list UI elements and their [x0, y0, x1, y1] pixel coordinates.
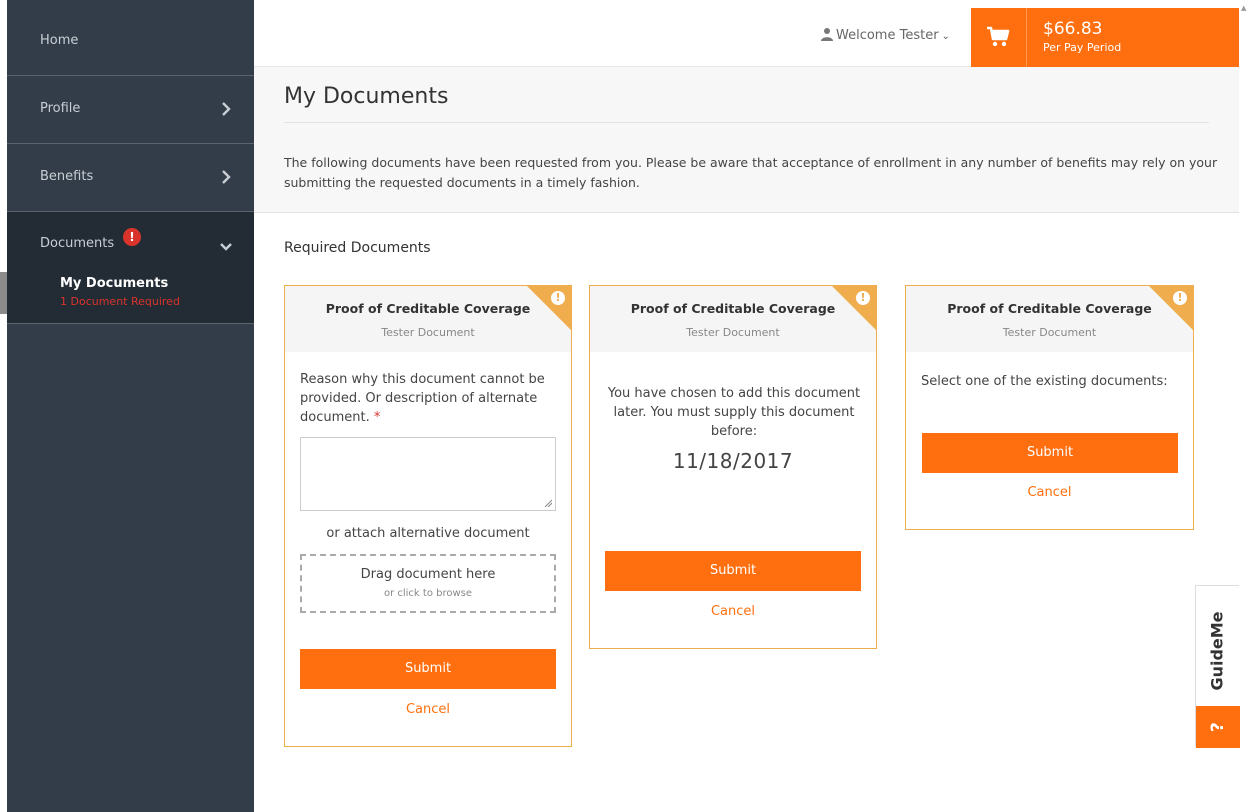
- sidebar-item-profile[interactable]: Profile: [7, 76, 254, 144]
- submit-button[interactable]: Submit: [922, 433, 1178, 473]
- resize-grip-icon[interactable]: [544, 499, 552, 507]
- submit-button[interactable]: Submit: [300, 649, 556, 689]
- reason-label-text: Reason why this document cannot be provi…: [300, 372, 545, 425]
- sidebar-item-label: Documents: [40, 236, 115, 251]
- cancel-link[interactable]: Cancel: [590, 604, 876, 619]
- reason-label: Reason why this document cannot be provi…: [300, 370, 550, 427]
- active-indicator: [0, 272, 7, 314]
- reason-textarea[interactable]: [300, 437, 556, 511]
- chevron-down-icon: [219, 239, 233, 253]
- welcome-text: Welcome Tester: [836, 28, 939, 43]
- intro-text: The following documents have been reques…: [284, 155, 1218, 190]
- divider: [284, 122, 1209, 123]
- exclamation-icon: !: [856, 291, 870, 305]
- price-summary[interactable]: $66.83 Per Pay Period: [1026, 8, 1250, 67]
- intro-panel: My Documents The following documents hav…: [254, 67, 1239, 213]
- chevron-right-icon: [219, 168, 233, 186]
- scroll-up-icon[interactable]: ▲: [1241, 4, 1246, 12]
- price-period: Per Pay Period: [1043, 41, 1122, 54]
- guideme-label-text: GuideMe: [1208, 611, 1227, 690]
- guideme-label: GuideMe: [1208, 611, 1227, 690]
- help-icon-glyph: ?: [1208, 722, 1228, 732]
- exclamation-icon: !: [551, 291, 565, 305]
- page-title: My Documents: [284, 84, 449, 109]
- sidebar-item-benefits[interactable]: Benefits: [7, 144, 254, 212]
- section-heading: Required Documents: [284, 240, 431, 256]
- sidebar-item-home[interactable]: Home: [7, 8, 254, 76]
- select-existing-message: Select one of the existing documents:: [921, 374, 1168, 389]
- required-marker: *: [373, 410, 381, 425]
- due-date: 11/18/2017: [672, 449, 794, 473]
- sidebar-edge: [0, 0, 7, 812]
- or-attach-text: or attach alternative document: [326, 526, 530, 541]
- shopping-cart-icon: [987, 26, 1010, 47]
- cancel-link[interactable]: Cancel: [906, 485, 1193, 500]
- user-menu[interactable]: Welcome Tester ⌄: [820, 27, 950, 43]
- guideme-tab[interactable]: GuideMe ?: [1195, 585, 1240, 748]
- warning-corner: [832, 286, 876, 330]
- dropzone-label: Drag document here: [360, 567, 496, 582]
- price-amount: $66.83: [1043, 19, 1103, 39]
- cancel-link[interactable]: Cancel: [285, 702, 571, 717]
- help-icon[interactable]: ?: [1196, 706, 1240, 748]
- sidebar-item-label: Home: [40, 33, 79, 48]
- header: Welcome Tester ⌄ $66.83 Per Pay Period: [254, 8, 1250, 67]
- sidebar-item-label: Benefits: [40, 169, 94, 184]
- dropzone-browse-hint: or click to browse: [383, 588, 473, 599]
- sidebar-item-documents[interactable]: Documents ! My Documents 1 Document Requ…: [0, 212, 254, 324]
- header-strip: [254, 0, 1250, 8]
- user-icon: [820, 27, 834, 41]
- scrollbar[interactable]: ▲: [1239, 0, 1250, 812]
- sidebar-subitem-my-documents[interactable]: My Documents: [60, 276, 168, 291]
- chevron-right-icon: [219, 100, 233, 118]
- document-card: Proof of Creditable Coverage Tester Docu…: [284, 285, 572, 747]
- sidebar: Home Profile Benefits Documents ! My Doc…: [0, 0, 254, 812]
- submit-button[interactable]: Submit: [605, 551, 861, 591]
- warning-corner: [527, 286, 571, 330]
- warning-corner: [1149, 286, 1193, 330]
- document-card: Proof of Creditable Coverage Tester Docu…: [589, 285, 877, 649]
- app-root: Home Profile Benefits Documents ! My Doc…: [0, 0, 1250, 812]
- sidebar-item-label: Profile: [40, 101, 81, 116]
- documents-required-note: 1 Document Required: [60, 295, 180, 308]
- alert-badge: !: [123, 228, 141, 246]
- chevron-down-icon: ⌄: [941, 31, 950, 42]
- document-dropzone[interactable]: Drag document here or click to browse: [300, 554, 556, 613]
- add-later-message: You have chosen to add this document lat…: [607, 386, 861, 439]
- cart-button[interactable]: [971, 8, 1026, 67]
- document-card: Proof of Creditable Coverage Tester Docu…: [905, 285, 1194, 530]
- exclamation-icon: !: [1173, 291, 1187, 305]
